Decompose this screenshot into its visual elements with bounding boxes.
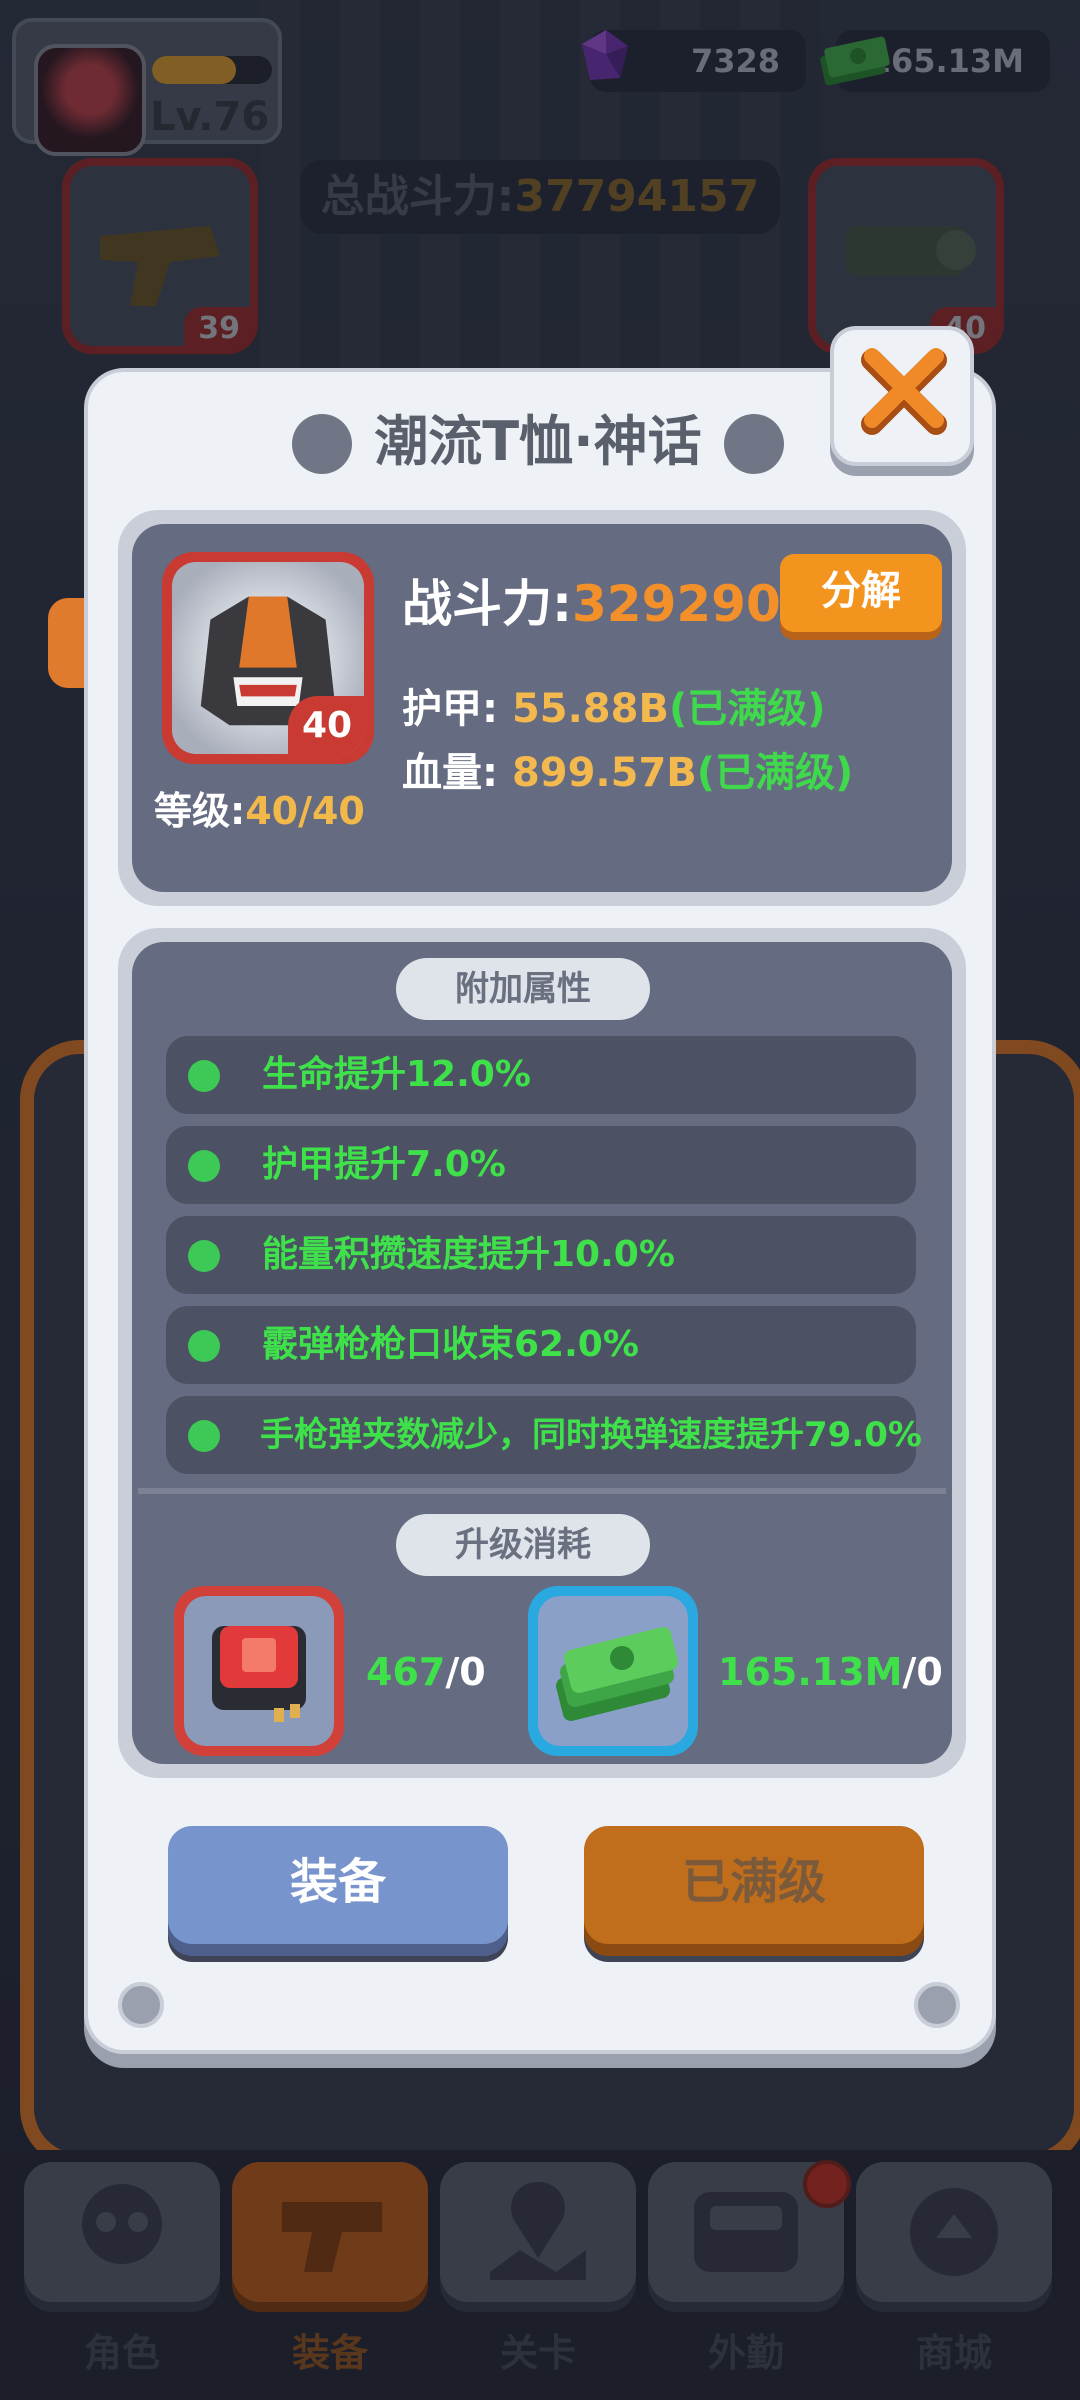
bolt-icon: [292, 414, 352, 474]
equip-button[interactable]: 装备: [168, 1826, 508, 1944]
stat-value: 55.88B: [511, 686, 669, 732]
cost-have: 165.13M: [718, 1650, 903, 1694]
stat-armor: 护甲: 55.88B(已满级): [402, 676, 826, 734]
attr-row: 护甲提升7.0%: [166, 1126, 916, 1204]
stat-max: (已满级): [696, 750, 854, 796]
dialog-title: 潮流T恤·神话: [374, 410, 702, 473]
item-grade: 等级:40/40: [154, 780, 365, 835]
grade-value: 40/40: [245, 789, 365, 833]
attr-row: 能量积攒速度提升10.0%: [166, 1216, 916, 1294]
attr-text: 护甲提升7.0%: [262, 1144, 506, 1185]
extra-attrs-title: 附加属性: [396, 958, 650, 1020]
divider: [138, 1488, 946, 1494]
attr-text: 生命提升12.0%: [262, 1054, 531, 1095]
max-level-button[interactable]: 已满级: [584, 1826, 924, 1944]
power-label: 战斗力:: [402, 575, 572, 633]
screw-icon: [914, 1982, 960, 2028]
item-icon-frame[interactable]: 40: [162, 552, 374, 764]
attr-row: 生命提升12.0%: [166, 1036, 916, 1114]
decompose-button[interactable]: 分解: [780, 554, 942, 632]
attr-row: 手枪弹夹数减少，同时换弹速度提升79.0%: [166, 1396, 922, 1474]
attributes-card: 附加属性 生命提升12.0% 护甲提升7.0% 能量积攒速度提升10.0% 霰弹…: [118, 928, 966, 1778]
attr-text: 手枪弹夹数减少，同时换弹速度提升79.0%: [260, 1415, 922, 1455]
item-detail-dialog: 潮流T恤·神话 40 等级:40/40 战斗力:329290 分解 护甲: 55…: [84, 368, 996, 2054]
upgrade-cost-title: 升级消耗: [396, 1514, 650, 1576]
stat-max: (已满级): [668, 686, 826, 732]
attr-text: 能量积攒速度提升10.0%: [262, 1234, 675, 1275]
cost-item-cash[interactable]: [528, 1586, 698, 1756]
power-value: 329290: [572, 575, 781, 633]
item-power: 战斗力:329290: [402, 564, 781, 636]
attr-text: 霰弹枪枪口收束62.0%: [262, 1324, 639, 1365]
cost-chip-amount: 467/0: [366, 1650, 486, 1694]
bullet-icon: [188, 1420, 220, 1452]
stat-label: 血量:: [402, 750, 498, 796]
bullet-icon: [188, 1330, 220, 1362]
cost-have: 467: [366, 1650, 446, 1694]
bolt-icon: [724, 414, 784, 474]
stat-label: 护甲:: [402, 686, 498, 732]
item-level-badge: 40: [288, 696, 364, 754]
stat-value: 899.57B: [511, 750, 697, 796]
bullet-icon: [188, 1150, 220, 1182]
side-tab: [48, 598, 88, 688]
stat-health: 血量: 899.57B(已满级): [402, 740, 853, 798]
bullet-icon: [188, 1060, 220, 1092]
attr-row: 霰弹枪枪口收束62.0%: [166, 1306, 916, 1384]
cost-need: /0: [902, 1650, 943, 1694]
close-icon: [861, 348, 947, 435]
cost-cash-amount: 165.13M/0: [718, 1650, 943, 1694]
dialog-header: 潮流T恤·神话: [292, 402, 784, 482]
chip-icon: [212, 1626, 306, 1722]
bullet-icon: [188, 1240, 220, 1272]
cost-item-chip[interactable]: [174, 1586, 344, 1756]
item-summary-card: 40 等级:40/40 战斗力:329290 分解 护甲: 55.88B(已满级…: [118, 510, 966, 906]
cost-need: /0: [445, 1650, 486, 1694]
screw-icon: [118, 1982, 164, 2028]
grade-label: 等级:: [154, 789, 246, 833]
cash-icon: [556, 1627, 678, 1721]
close-button[interactable]: [830, 326, 974, 466]
